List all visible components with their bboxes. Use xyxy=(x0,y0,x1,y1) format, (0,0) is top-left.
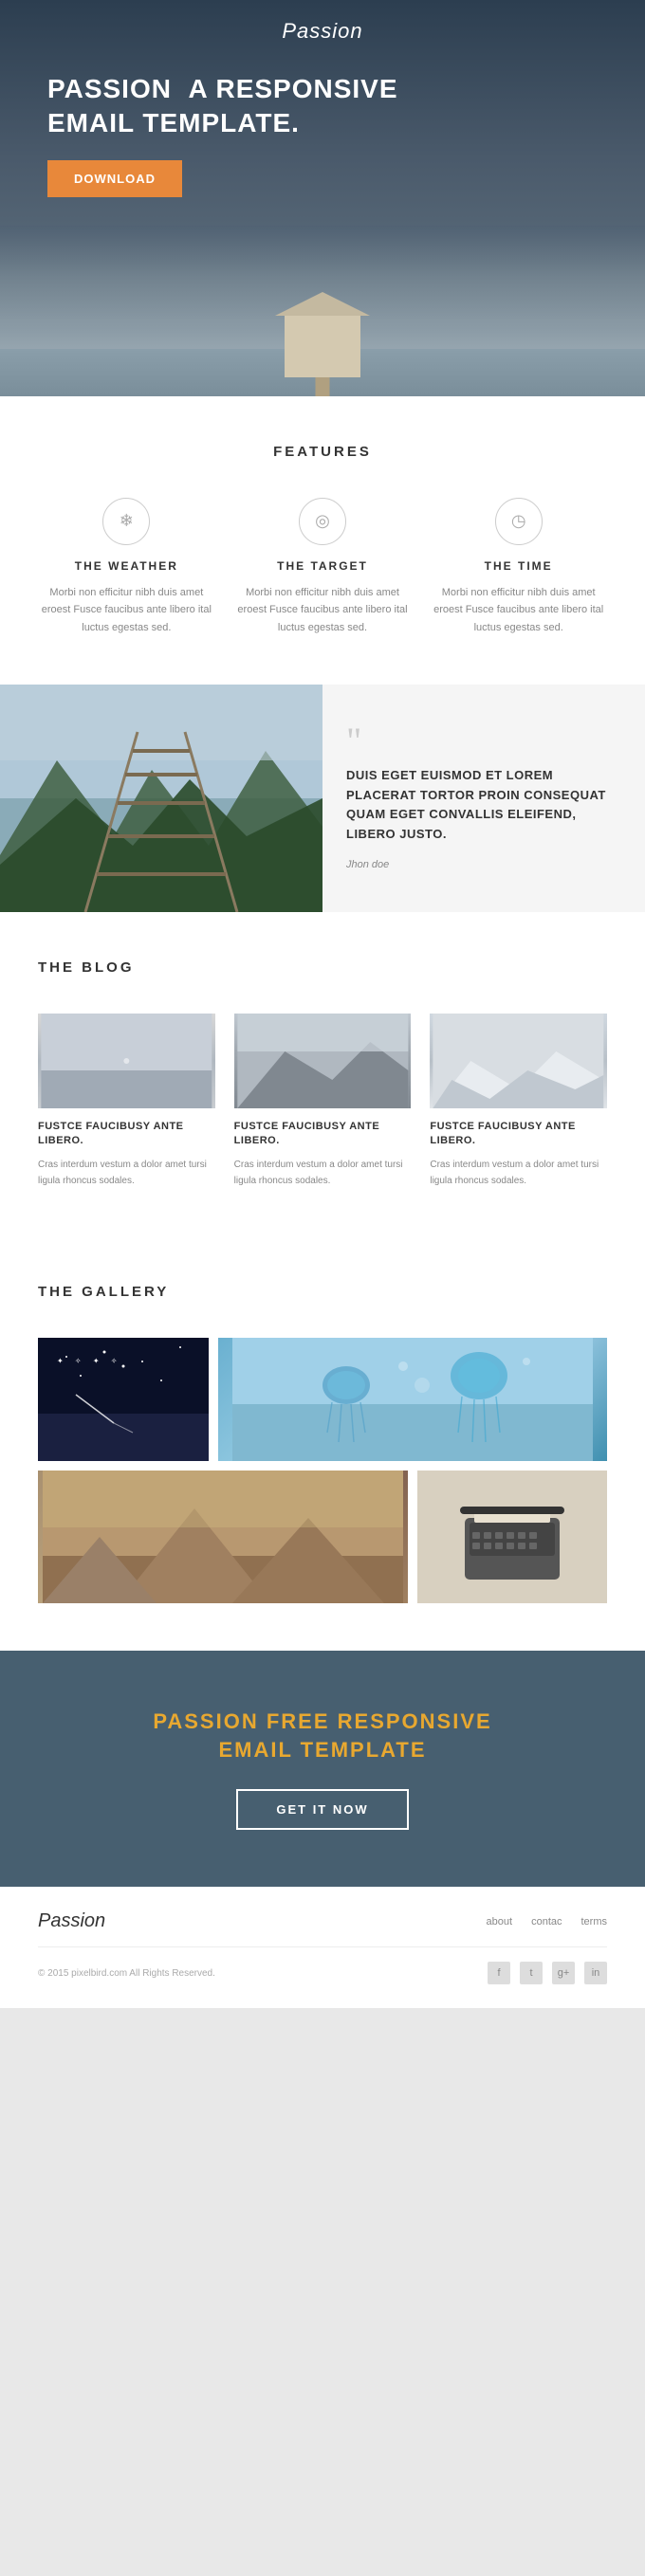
footer-logo: Passion xyxy=(38,1910,105,1932)
footer-nav-contact[interactable]: contac xyxy=(531,1916,562,1927)
footer-social: f t g+ in xyxy=(488,1962,607,1984)
blog-item-3-title: FUSTCE FAUCIBUSY ANTE LIBERO. xyxy=(430,1120,607,1149)
footer-bottom: © 2015 pixelbird.com All Rights Reserved… xyxy=(38,1962,607,1984)
blog-thumbnail-3 xyxy=(430,1014,607,1108)
blog-thumbnail-2 xyxy=(234,1014,412,1108)
features-section: FEATURES ❄ THE WEATHER Morbi non efficit… xyxy=(0,396,645,685)
blog-section: THE BLOG FUSTCE FAUCIBUSY ANTE LIBERO. C… xyxy=(0,912,645,1236)
quote-text: DUIS EGET EUISMOD ET LOREM PLACERAT TORT… xyxy=(346,766,621,845)
footer-nav-about[interactable]: about xyxy=(487,1916,513,1927)
blog-item-1: FUSTCE FAUCIBUSY ANTE LIBERO. Cras inter… xyxy=(38,1014,215,1189)
blog-item-3-desc: Cras interdum vestum a dolor amet tursi … xyxy=(430,1157,607,1189)
footer-nav-terms[interactable]: terms xyxy=(581,1916,608,1927)
feature-weather: ❄ THE WEATHER Morbi non efficitur nibh d… xyxy=(38,498,215,637)
feature-time-name: THE TIME xyxy=(430,559,607,573)
cta-section: PASSION FREE RESPONSIVEEMAIL TEMPLATE GE… xyxy=(0,1651,645,1888)
gallery-item-1 xyxy=(38,1338,209,1461)
hero-section: Passion PASSION A RESPONSIVEEMAIL TEMPLA… xyxy=(0,0,645,396)
footer-copyright: © 2015 pixelbird.com All Rights Reserved… xyxy=(38,1968,215,1979)
twitter-icon[interactable]: t xyxy=(520,1962,543,1984)
blog-title: THE BLOG xyxy=(38,959,607,976)
cta-title-free: FREE xyxy=(267,1709,330,1733)
quote-section: " DUIS EGET EUISMOD ET LOREM PLACERAT TO… xyxy=(0,685,645,912)
blog-item-2: FUSTCE FAUCIBUSY ANTE LIBERO. Cras inter… xyxy=(234,1014,412,1189)
features-title: FEATURES xyxy=(38,444,607,460)
gallery-row-2 xyxy=(38,1471,607,1603)
target-icon: ◎ xyxy=(299,498,346,545)
blog-item-2-desc: Cras interdum vestum a dolor amet tursi … xyxy=(234,1157,412,1189)
hero-title: PASSION A RESPONSIVEEMAIL TEMPLATE. xyxy=(47,72,598,141)
quote-image xyxy=(0,685,322,912)
linkedin-icon[interactable]: in xyxy=(584,1962,607,1984)
hero-image xyxy=(0,226,645,396)
quote-mark: " xyxy=(346,726,621,757)
feature-target: ◎ THE TARGET Morbi non efficitur nibh du… xyxy=(234,498,412,637)
blog-item-3: FUSTCE FAUCIBUSY ANTE LIBERO. Cras inter… xyxy=(430,1014,607,1189)
blog-item-2-title: FUSTCE FAUCIBUSY ANTE LIBERO. xyxy=(234,1120,412,1149)
download-button[interactable]: DOWNLOAD xyxy=(47,160,182,197)
blog-thumbnail-1 xyxy=(38,1014,215,1108)
feature-time-desc: Morbi non efficitur nibh duis amet eroes… xyxy=(430,584,607,637)
header-logo: Passion xyxy=(0,19,645,44)
footer: Passion about contac terms © 2015 pixelb… xyxy=(0,1887,645,2008)
cta-title: PASSION FREE RESPONSIVEEMAIL TEMPLATE xyxy=(38,1708,607,1766)
blog-item-1-desc: Cras interdum vestum a dolor amet tursi … xyxy=(38,1157,215,1189)
gallery-title: THE GALLERY xyxy=(38,1284,607,1300)
googleplus-icon[interactable]: g+ xyxy=(552,1962,575,1984)
gallery-item-4 xyxy=(417,1471,607,1603)
feature-weather-desc: Morbi non efficitur nibh duis amet eroes… xyxy=(38,584,215,637)
gallery-grid xyxy=(38,1338,607,1603)
feature-target-desc: Morbi non efficitur nibh duis amet eroes… xyxy=(234,584,412,637)
facebook-icon[interactable]: f xyxy=(488,1962,510,1984)
weather-icon: ❄ xyxy=(102,498,150,545)
feature-weather-name: THE WEATHER xyxy=(38,559,215,573)
cta-title-passion: PASSION xyxy=(153,1709,267,1733)
features-grid: ❄ THE WEATHER Morbi non efficitur nibh d… xyxy=(38,498,607,637)
get-it-now-button[interactable]: GET IT NOW xyxy=(236,1789,408,1830)
footer-top: Passion about contac terms xyxy=(38,1910,607,1947)
gallery-item-3 xyxy=(38,1471,408,1603)
time-icon: ◷ xyxy=(495,498,543,545)
quote-content: " DUIS EGET EUISMOD ET LOREM PLACERAT TO… xyxy=(322,685,645,912)
gallery-section: THE GALLERY xyxy=(0,1236,645,1651)
feature-target-name: THE TARGET xyxy=(234,559,412,573)
blog-grid: FUSTCE FAUCIBUSY ANTE LIBERO. Cras inter… xyxy=(38,1014,607,1189)
footer-nav: about contac terms xyxy=(487,1916,607,1927)
blog-item-1-title: FUSTCE FAUCIBUSY ANTE LIBERO. xyxy=(38,1120,215,1149)
quote-author: Jhon doe xyxy=(346,859,621,870)
feature-time: ◷ THE TIME Morbi non efficitur nibh duis… xyxy=(430,498,607,637)
gallery-item-2 xyxy=(218,1338,607,1461)
gallery-row-1 xyxy=(38,1338,607,1461)
